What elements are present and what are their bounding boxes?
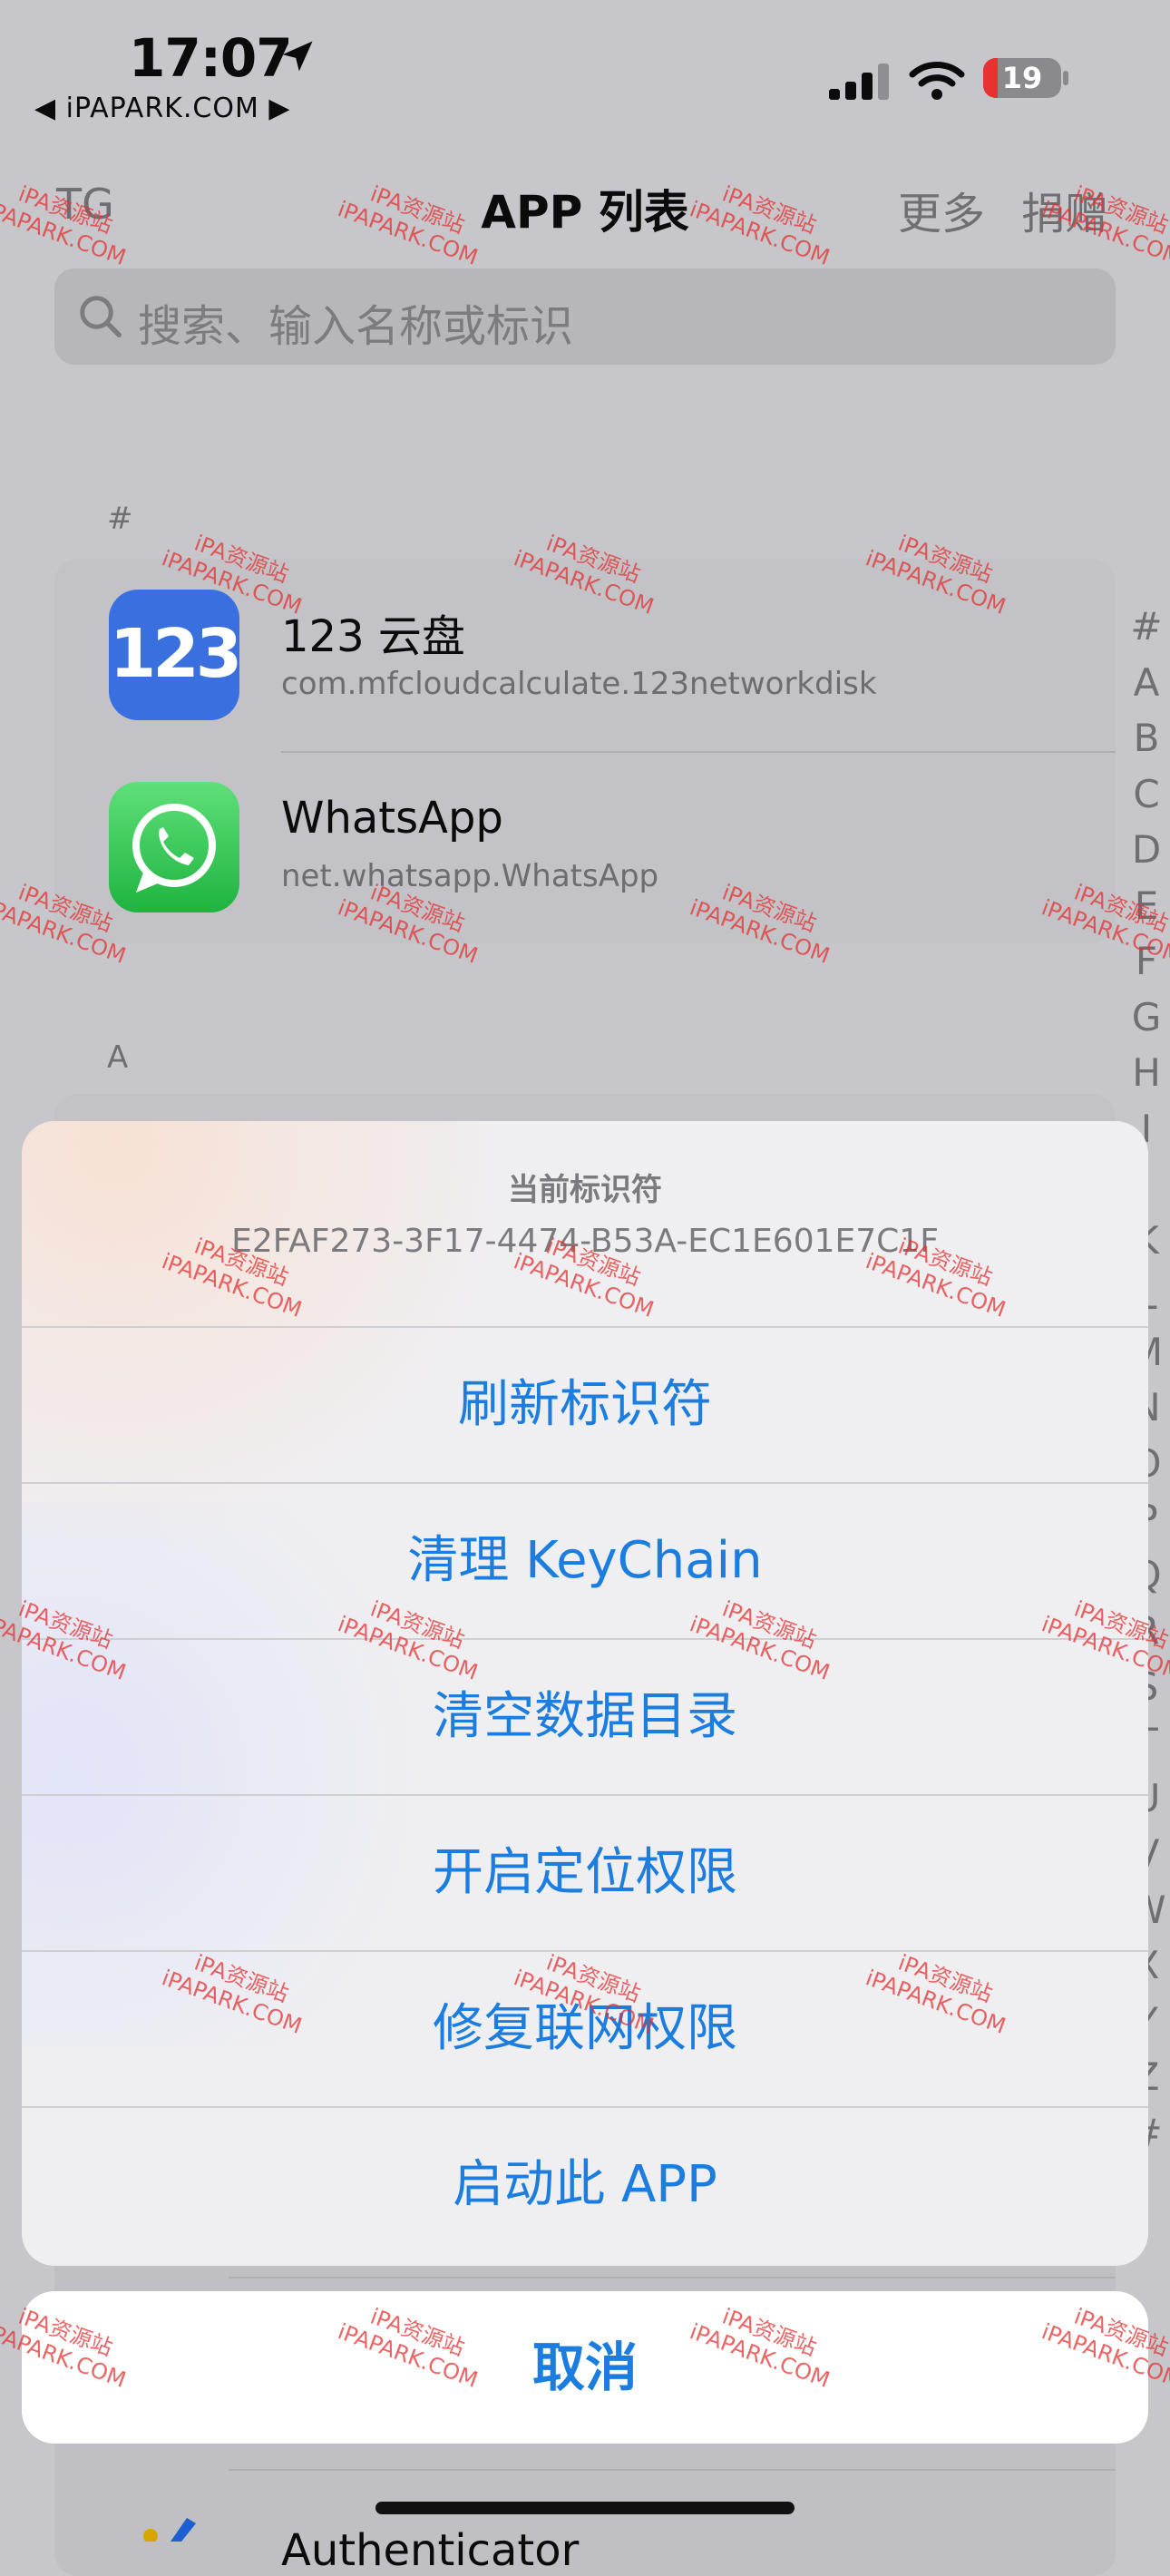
status-time: 17:07	[129, 27, 293, 89]
index-letter[interactable]: C	[1128, 766, 1165, 823]
index-letter[interactable]: #	[1128, 599, 1165, 655]
app-icon-123pan-label: 123	[109, 615, 239, 693]
whatsapp-icon	[109, 782, 239, 912]
app-bundle-id: com.mfcloudcalculate.123networkdisk	[281, 666, 877, 702]
list-item[interactable]: WhatsApp net.whatsapp.WhatsApp	[54, 753, 1116, 943]
row-divider	[229, 2277, 1116, 2278]
search-icon	[80, 296, 122, 337]
index-letter[interactable]: H	[1128, 1045, 1165, 1101]
location-arrow-icon	[282, 41, 313, 72]
battery-tip	[1063, 71, 1068, 85]
refresh-identifier-button[interactable]: 刷新标识符	[22, 1326, 1148, 1482]
index-letter[interactable]: A	[1128, 655, 1165, 711]
cellular-signal-icon	[829, 63, 889, 100]
app-bundle-id: net.whatsapp.WhatsApp	[281, 858, 659, 894]
app-list-card: 123 123 云盘 com.mfcloudcalculate.123netwo…	[54, 559, 1116, 943]
battery-level-text: 19	[1001, 61, 1043, 95]
home-indicator	[375, 2502, 795, 2514]
launch-app-button[interactable]: 启动此 APP	[22, 2106, 1148, 2262]
index-letter[interactable]: D	[1128, 822, 1165, 878]
page-title: APP 列表	[481, 186, 689, 239]
section-header-a: A	[107, 1039, 129, 1076]
row-divider	[229, 2469, 1116, 2471]
back-to-app-link[interactable]: ◀ iPAPARK.COM ▶	[34, 93, 290, 124]
app-icon-123pan: 123	[109, 590, 239, 720]
search-placeholder: 搜索、输入名称或标识	[138, 301, 574, 352]
app-name: 123 云盘	[281, 611, 465, 662]
section-header-hash: #	[107, 501, 133, 537]
app-name: Authenticator	[281, 2525, 580, 2576]
battery-icon: 19	[983, 58, 1061, 98]
app-name: WhatsApp	[281, 793, 503, 844]
search-input[interactable]: 搜索、输入名称或标识	[54, 268, 1116, 365]
wifi-icon	[909, 62, 965, 100]
sheet-title: 当前标识符	[508, 1172, 662, 1208]
authenticator-icon	[136, 2514, 200, 2545]
index-letter[interactable]: B	[1128, 710, 1165, 766]
index-letter[interactable]: G	[1128, 990, 1165, 1046]
nav-more-button[interactable]: 更多	[898, 178, 985, 241]
clear-data-directory-button[interactable]: 清空数据目录	[22, 1638, 1148, 1794]
enable-location-permission-button[interactable]: 开启定位权限	[22, 1794, 1148, 1950]
cancel-button[interactable]: 取消	[22, 2291, 1148, 2444]
clear-keychain-button[interactable]: 清理 KeyChain	[22, 1482, 1148, 1638]
